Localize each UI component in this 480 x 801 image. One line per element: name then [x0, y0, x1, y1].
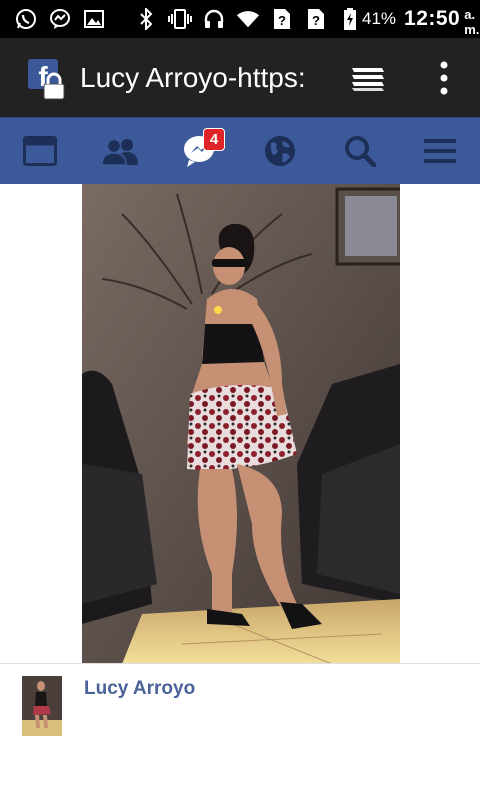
whatsapp-icon: [14, 7, 38, 31]
gallery-icon: [82, 7, 106, 31]
more-menu-tab[interactable]: [400, 118, 480, 184]
no-sim-icon: ?: [304, 7, 328, 31]
battery-percent: 41%: [362, 9, 397, 28]
svg-text:?: ?: [278, 13, 286, 28]
bluetooth-icon: [134, 7, 158, 31]
wifi-icon: [236, 7, 260, 31]
post-photo[interactable]: [82, 184, 400, 664]
page-title: Lucy Arroyo-https:: [80, 61, 306, 93]
overflow-menu-icon: [440, 61, 448, 94]
globe-icon: [265, 136, 295, 166]
messages-tab[interactable]: 4: [160, 118, 240, 184]
headset-icon: [202, 7, 226, 31]
app-bar: f Lucy Arroyo-https:: [0, 38, 480, 117]
facebook-nav-bar: 4: [0, 117, 480, 184]
tabs-icon: [352, 67, 384, 91]
search-tab[interactable]: [320, 118, 400, 184]
messenger-icon: [48, 7, 72, 31]
vibrate-icon: [168, 7, 192, 31]
friends-icon: [101, 138, 138, 165]
no-sim-icon: ?: [270, 7, 294, 31]
post-author-name[interactable]: Lucy Arroyo: [84, 678, 195, 700]
svg-text:?: ?: [312, 13, 320, 28]
overflow-menu-button[interactable]: [432, 58, 456, 98]
clock-ampm: a. m.: [464, 6, 480, 37]
search-icon: [345, 136, 376, 167]
messages-badge: 4: [203, 128, 225, 151]
news-feed-icon: [23, 136, 57, 166]
news-feed-tab[interactable]: [0, 118, 80, 184]
menu-icon: [424, 139, 456, 163]
author-avatar[interactable]: [22, 676, 62, 736]
status-bar: ? ? 41% 12:50 a. m.: [0, 0, 480, 38]
battery-charging-icon: [338, 7, 362, 31]
tabs-button[interactable]: [348, 58, 388, 98]
facebook-lite-locked-icon: f: [28, 58, 66, 99]
friends-tab[interactable]: [80, 118, 160, 184]
clock: 12:50: [404, 7, 461, 30]
notifications-tab[interactable]: [240, 118, 320, 184]
photo-viewer: [0, 184, 480, 664]
post-footer: Lucy Arroyo: [0, 663, 480, 801]
